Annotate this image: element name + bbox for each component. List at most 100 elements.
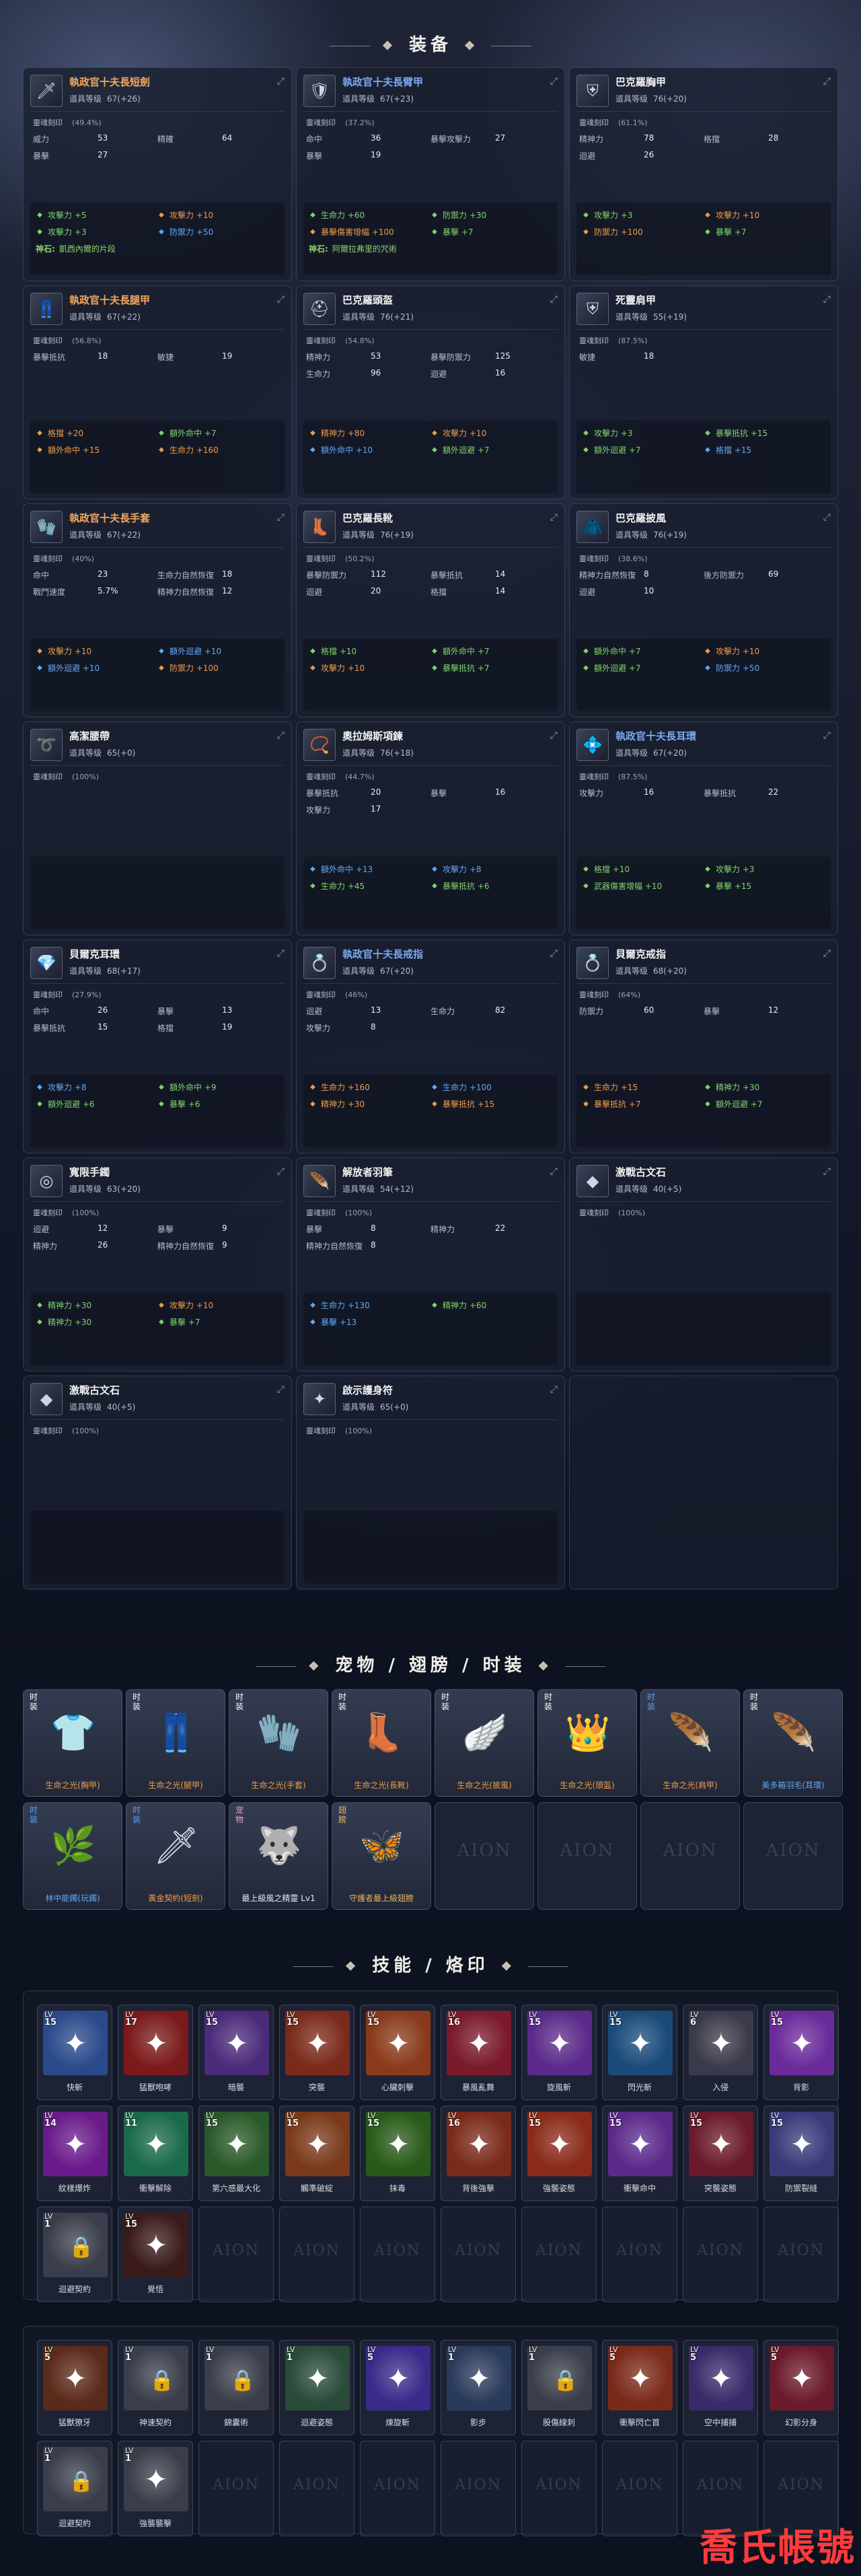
detail-icon[interactable]: ⤢	[550, 1384, 558, 1395]
item-level-label: 道具等级	[69, 94, 102, 104]
equipment-card[interactable]: 🧤 執政官十夫長手套 道具等级 67(+22) ⤢ 靈魂刻印 (40%) 命中 23 生命力自然恢…	[23, 503, 292, 717]
skill-card[interactable]: 🔒 LV 1 神速契約	[118, 2340, 193, 2435]
detail-icon[interactable]: ⤢	[823, 730, 831, 741]
skill-card[interactable]: ✦ LV 16 暴風亂舞	[441, 2005, 516, 2100]
skill-card[interactable]: ✦ LV 15 背影	[763, 2005, 839, 2100]
stat-value: 19	[222, 351, 233, 361]
skill-card[interactable]: 🔒 LV 1 迴避契約	[37, 2441, 112, 2536]
costume-card[interactable]: 时装 👢 生命之光(長靴)	[332, 1689, 431, 1797]
skill-card[interactable]: ✦ LV 15 突襲	[279, 2005, 354, 2100]
skill-card[interactable]: ✦ LV 1 影步	[441, 2340, 516, 2435]
skill-card[interactable]: ✦ LV 15 覺悟	[118, 2207, 193, 2302]
equipment-card[interactable]: 🛡 執政官十夫長臂甲 道具等级 67(+23) ⤢ 靈魂刻印 (37.2%) 命中 36 暴擊攻擊…	[296, 67, 565, 281]
skill-card[interactable]: ✦ LV 5 衝擊閃亡首	[602, 2340, 677, 2435]
skill-card[interactable]: 🔒 LV 1 迴避契約	[37, 2207, 112, 2302]
detail-icon[interactable]: ⤢	[823, 294, 831, 305]
detail-icon[interactable]: ⤢	[550, 512, 558, 523]
equipment-card[interactable]: 📿 奧拉姆斯項鍊 道具等级 76(+18) ⤢ 靈魂刻印 (44.7%) 暴擊抵抗 20 暴擊 16…	[296, 721, 565, 935]
manastone-icon: ◆	[159, 1318, 164, 1326]
skill-card[interactable]: 🔒 LV 1 錦囊術	[198, 2340, 274, 2435]
equipment-card[interactable]: ⛨ 巴克羅胸甲 道具等级 76(+20) ⤢ 靈魂刻印 (61.1%) 精神力 78 格擋 28 迴避…	[569, 67, 838, 281]
equipment-card[interactable]: ➰ 高潔腰帶 道具等级 65(+0) ⤢ 靈魂刻印 (100%)	[23, 721, 292, 935]
skill-card[interactable]: ✦ LV 5 猛獸獠牙	[37, 2340, 112, 2435]
aion-logo-mark: AION	[697, 2476, 744, 2493]
equipment-card[interactable]: 🪶 解放者羽筆 道具等级 54(+12) ⤢ 靈魂刻印 (100%) 暴擊 8 精神力 22 精神力自…	[296, 1157, 565, 1371]
costume-card[interactable]: 时装 🪶 美多箱羽毛(耳環)	[743, 1689, 843, 1797]
costume-name: 黃金契約(短劍)	[148, 1894, 203, 1903]
detail-icon[interactable]: ⤢	[277, 512, 285, 523]
detail-icon[interactable]: ⤢	[823, 948, 831, 959]
costume-card[interactable]: 时装 👖 生命之光(腿甲)	[126, 1689, 225, 1797]
costume-card[interactable]: 时装 🪽 生命之光(披風)	[435, 1689, 534, 1797]
equipment-stats: 威力 53 精確 64 暴擊 27	[24, 131, 291, 164]
skill-level: LV 15	[609, 2112, 622, 2128]
skill-card[interactable]: ✦ LV 11 衝擊解除	[118, 2106, 193, 2201]
detail-icon[interactable]: ⤢	[823, 512, 831, 523]
stat-name: 防禦力	[579, 1007, 604, 1016]
skill-card[interactable]: ✦ LV 5 煉旋斬	[360, 2340, 435, 2435]
detail-icon[interactable]: ⤢	[277, 1384, 285, 1395]
skill-card[interactable]: ✦ LV 6 入侵	[683, 2005, 758, 2100]
equipment-card[interactable]: ✦ 啟示護身符 道具等级 65(+0) ⤢ 靈魂刻印 (100%)	[296, 1375, 565, 1589]
skill-card[interactable]: ✦ LV 15 第六感最大化	[198, 2106, 274, 2201]
detail-icon[interactable]: ⤢	[277, 1166, 285, 1177]
equipment-card[interactable]: 🗡 執政官十夫長短劍 道具等级 67(+26) ⤢ 靈魂刻印 (49.4%) 威力 53 精確 64…	[23, 67, 292, 281]
equipment-level: 道具等级 67(+20)	[342, 965, 423, 976]
detail-icon[interactable]: ⤢	[550, 294, 558, 305]
detail-icon[interactable]: ⤢	[277, 730, 285, 741]
skill-card[interactable]: ✦ LV 5 空中捕捕	[683, 2340, 758, 2435]
costume-card[interactable]: 时装 👑 生命之光(頭盔)	[537, 1689, 637, 1797]
skill-card[interactable]: ✦ LV 16 背後強擊	[441, 2106, 516, 2201]
skill-card[interactable]: ✦ LV 15 旋風斬	[521, 2005, 597, 2100]
detail-icon[interactable]: ⤢	[550, 76, 558, 87]
costume-card[interactable]: 时装 🗡 黃金契約(短劍)	[126, 1802, 225, 1910]
costume-card[interactable]: 翅膀 🦋 守護者最上級翅膀	[332, 1802, 431, 1910]
costume-card[interactable]: 时装 🌿 林中能鐲(玩鐲)	[23, 1802, 122, 1910]
equipment-card[interactable]: 💍 貝爾克戒指 道具等级 68(+20) ⤢ 靈魂刻印 (64%) 防禦力 60 暴擊 12 ◆ 生命力…	[569, 939, 838, 1153]
skill-name: 第六感最大化	[211, 2184, 260, 2193]
detail-icon[interactable]: ⤢	[277, 948, 285, 959]
skill-card[interactable]: ✦ LV 5 幻影分身	[763, 2340, 839, 2435]
skill-card[interactable]: ✦ LV 15 快斬	[37, 2005, 112, 2100]
skill-card[interactable]: ✦ LV 15 衝擊命中	[602, 2106, 677, 2201]
detail-icon[interactable]: ⤢	[277, 294, 285, 305]
skill-card[interactable]: ✦ LV 1 迴避姿態	[279, 2340, 354, 2435]
equipment-card[interactable]: 👖 執政官十夫長腿甲 道具等级 67(+22) ⤢ 靈魂刻印 (56.8%) 暴擊抵抗 18 敏捷…	[23, 285, 292, 499]
detail-icon[interactable]: ⤢	[823, 76, 831, 87]
equipment-card[interactable]: ⛑ 巴克羅頭盔 道具等级 76(+21) ⤢ 靈魂刻印 (54.8%) 精神力 53 暴擊防禦力 1…	[296, 285, 565, 499]
costume-card[interactable]: 时装 🧤 生命之光(手套)	[229, 1689, 328, 1797]
equipment-card[interactable]: ⛨ 死靈肩甲 道具等级 55(+19) ⤢ 靈魂刻印 (87.5%) 敏捷 18 ◆ 攻擊力 +3 ◆…	[569, 285, 838, 499]
equipment-card[interactable]: 👢 巴克羅長靴 道具等级 76(+19) ⤢ 靈魂刻印 (50.2%) 暴擊防禦力 112 暴擊抵…	[296, 503, 565, 717]
skill-card[interactable]: ✦ LV 15 強襲姿態	[521, 2106, 597, 2201]
costume-name: 最上級風之精靈 Lv1	[241, 1894, 315, 1903]
detail-icon[interactable]: ⤢	[550, 948, 558, 959]
skill-card[interactable]: ✦ LV 15 暗襲	[198, 2005, 274, 2100]
manastone-icon: ◆	[159, 227, 164, 236]
costume-card[interactable]: 时装 👕 生命之光(胸甲)	[23, 1689, 122, 1797]
equipment-card[interactable]: 💎 貝爾克耳環 道具等级 68(+17) ⤢ 靈魂刻印 (27.9%) 命中 26 暴擊 13 暴擊抵…	[23, 939, 292, 1153]
skill-card[interactable]: 🔒 LV 1 股傷線刺	[521, 2340, 597, 2435]
equipment-card[interactable]: 💠 執政官十夫長耳環 道具等级 67(+20) ⤢ 靈魂刻印 (87.5%) 攻擊力 16 暴擊抵…	[569, 721, 838, 935]
equipment-card[interactable]: 💍 執政官十夫長戒指 道具等级 67(+20) ⤢ 靈魂刻印 (46%) 迴避 13 生命力 82 攻…	[296, 939, 565, 1153]
skill-card[interactable]: ✦ LV 17 猛獸咆哮	[118, 2005, 193, 2100]
detail-icon[interactable]: ⤢	[277, 76, 285, 87]
detail-icon[interactable]: ⤢	[823, 1166, 831, 1177]
skill-card[interactable]: ✦ LV 15 突襲姿態	[683, 2106, 758, 2201]
skill-card[interactable]: ✦ LV 15 心臟刺擊	[360, 2005, 435, 2100]
skill-card[interactable]: ✦ LV 15 閃光斬	[602, 2005, 677, 2100]
bonus-text: 防禦力 +100	[170, 664, 219, 673]
skill-card[interactable]: ✦ LV 15 防禦裂縫	[763, 2106, 839, 2201]
equipment-card[interactable]: ◆ 激戰古文石 道具等级 40(+5) ⤢ 靈魂刻印 (100%)	[569, 1157, 838, 1371]
detail-icon[interactable]: ⤢	[550, 1166, 558, 1177]
costume-card[interactable]: 时装 🪶 生命之光(肩甲)	[640, 1689, 740, 1797]
detail-icon[interactable]: ⤢	[550, 730, 558, 741]
skill-card[interactable]: ✦ LV 1 強襲襲擊	[118, 2441, 193, 2536]
skill-card[interactable]: ✦ LV 15 觸準破綻	[279, 2106, 354, 2201]
skill-card[interactable]: ✦ LV 14 紋樣爆炸	[37, 2106, 112, 2201]
equipment-card[interactable]: 🧥 巴克羅披風 道具等级 76(+19) ⤢ 靈魂刻印 (38.6%) 精神力自然恢復 8 後方防…	[569, 503, 838, 717]
equipment-card[interactable]: ◎ 寬限手鐲 道具等级 63(+20) ⤢ 靈魂刻印 (100%) 迴避 12 暴擊 9 精神力 26 精…	[23, 1157, 292, 1371]
costume-card[interactable]: 宠物 🐺 最上級風之精靈 Lv1	[229, 1802, 328, 1910]
skill-card[interactable]: ✦ LV 15 抹毒	[360, 2106, 435, 2201]
pets-section-title: ❖ 宠物 / 翅膀 / 时装 ❖	[0, 1651, 861, 1676]
equipment-card[interactable]: ◆ 激戰古文石 道具等级 40(+5) ⤢ 靈魂刻印 (100%)	[23, 1375, 292, 1589]
